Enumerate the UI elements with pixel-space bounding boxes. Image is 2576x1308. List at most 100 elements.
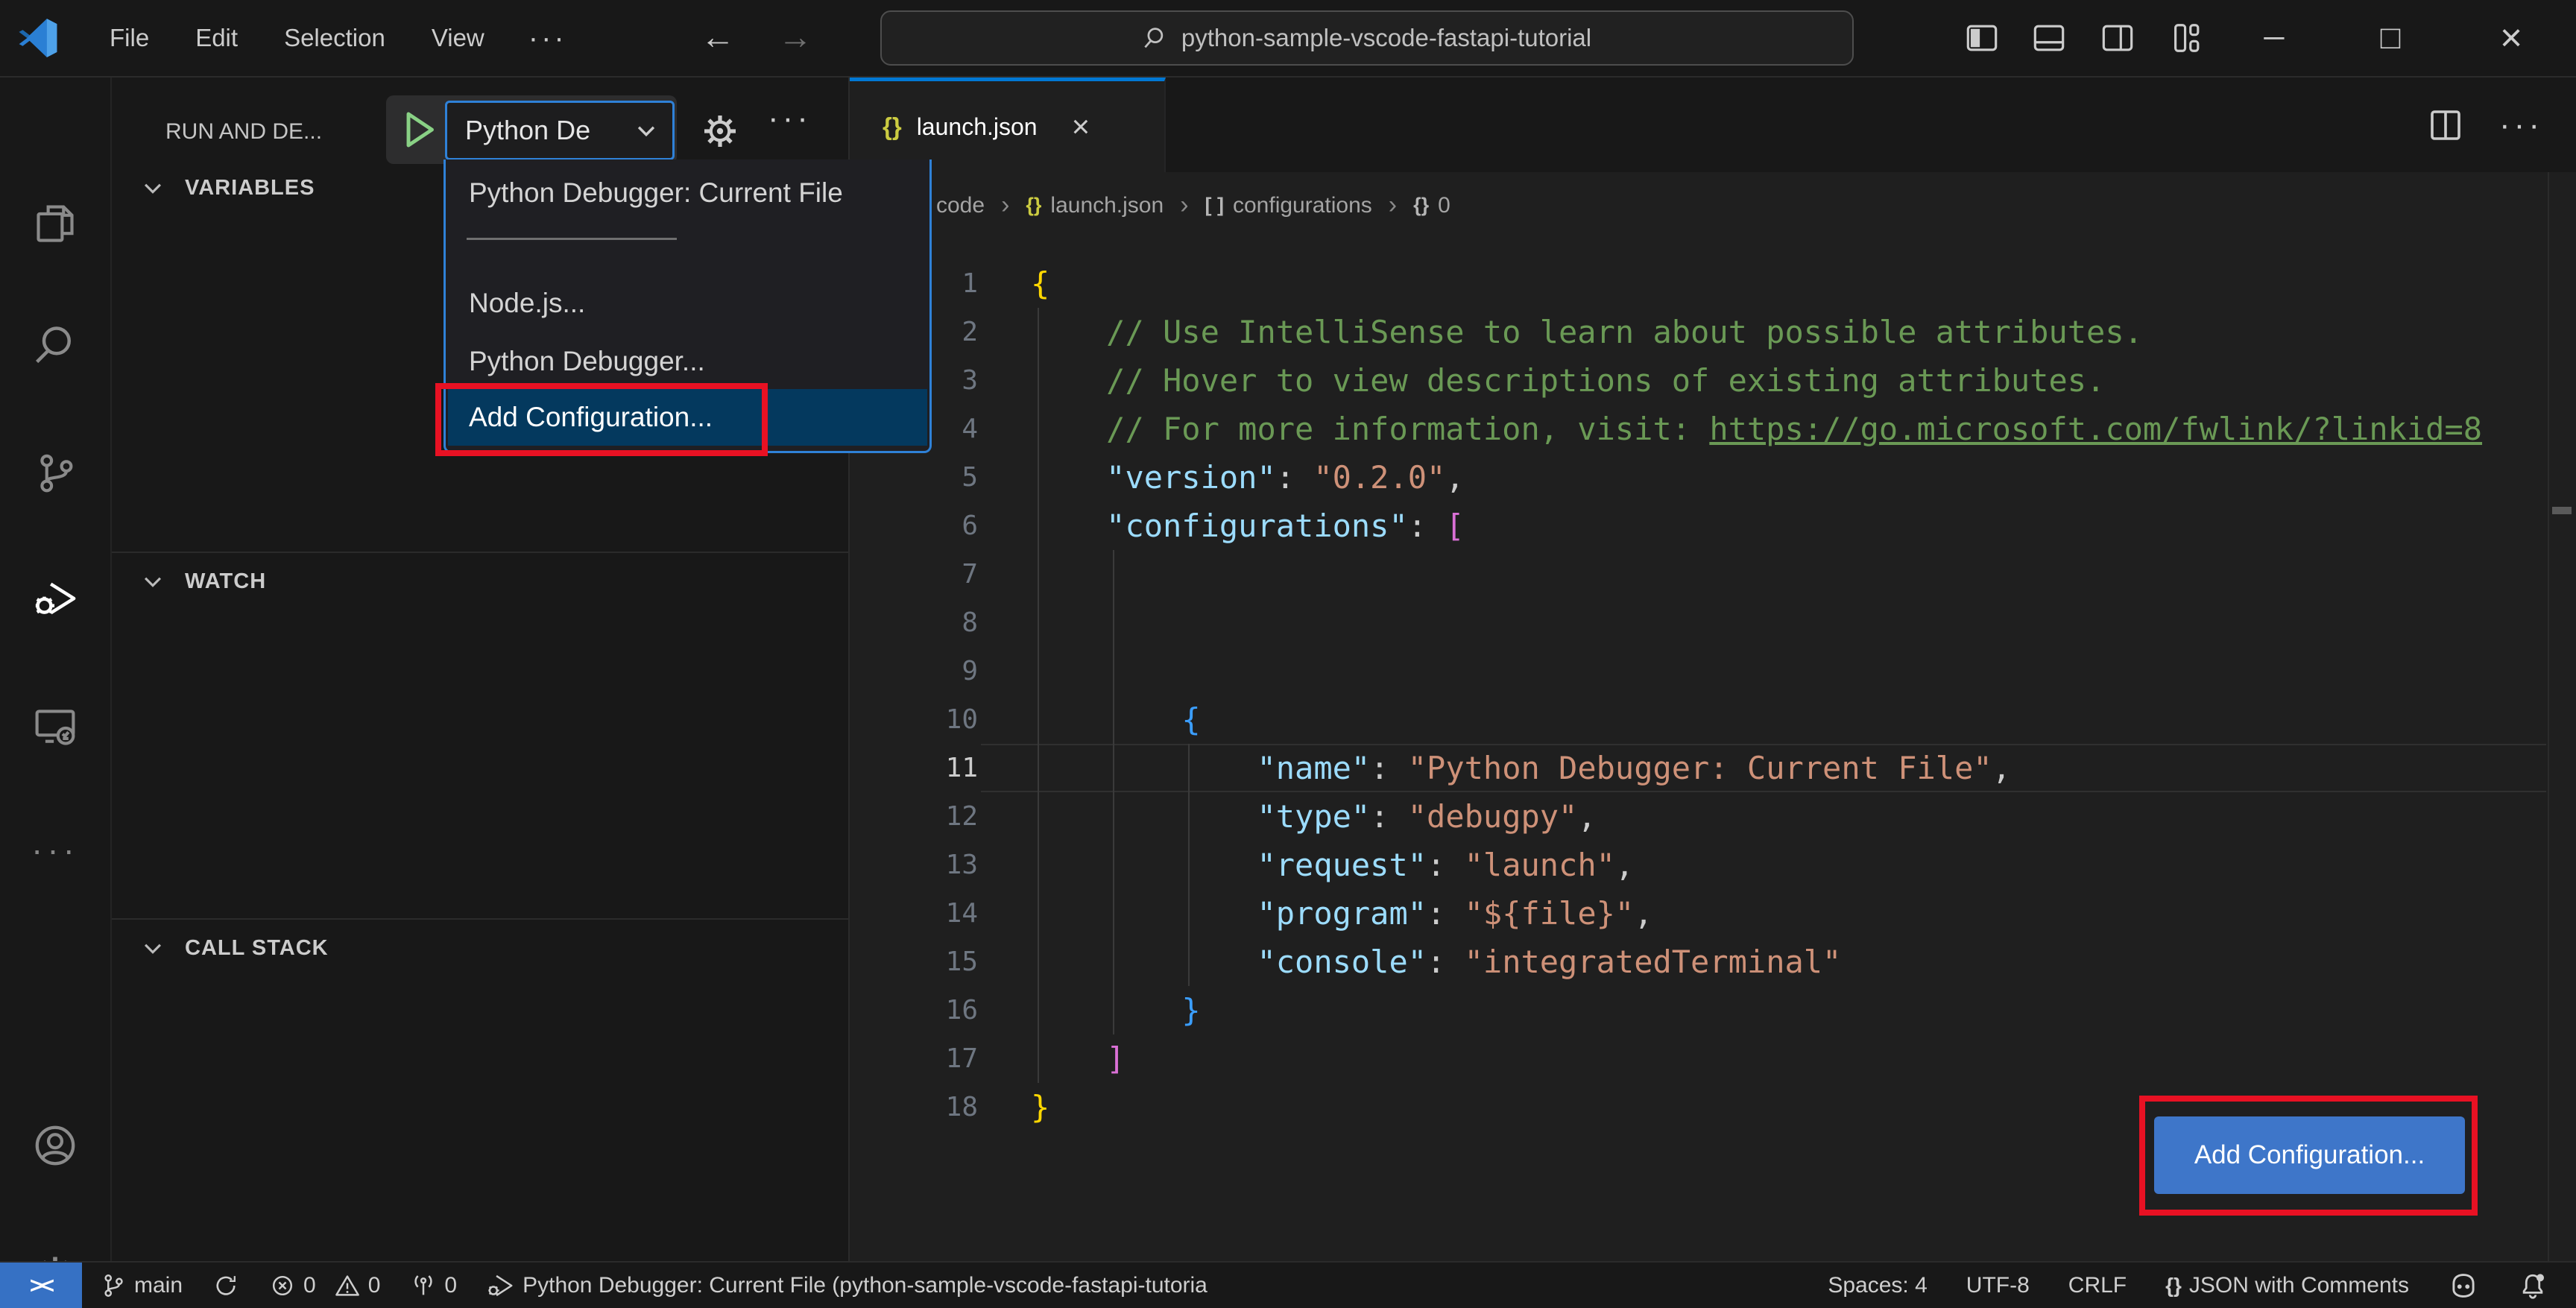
code-line[interactable]: 8 (850, 598, 2576, 647)
line-content: "version": "0.2.0", (1031, 453, 1464, 502)
toggle-secondary-sidebar-icon[interactable] (2092, 0, 2144, 76)
notifications-item[interactable] (2518, 1271, 2548, 1301)
line-number[interactable]: 7 (850, 550, 978, 598)
toggle-panel-icon[interactable] (2023, 0, 2075, 76)
section-label: VARIABLES (185, 175, 315, 200)
line-number[interactable]: 10 (850, 695, 978, 744)
git-branch-item[interactable]: main (100, 1272, 183, 1299)
explorer-icon[interactable] (0, 179, 110, 268)
encoding-item[interactable]: UTF-8 (1966, 1273, 2030, 1298)
code-line[interactable]: 11 "name": "Python Debugger: Current File… (850, 744, 2576, 792)
line-number[interactable]: 13 (850, 841, 978, 889)
code-line[interactable]: 5 "version": "0.2.0", (850, 453, 2576, 502)
more-actions-icon[interactable]: ··· (2499, 107, 2543, 144)
command-center-search[interactable]: python-sample-vscode-fastapi-tutorial (880, 10, 1854, 66)
config-option-python-debugger-current-file[interactable]: Python Debugger: Current File (448, 167, 927, 219)
line-content: "request": "launch", (1031, 841, 1634, 889)
line-number[interactable]: 14 (850, 889, 978, 938)
overview-ruler[interactable] (2548, 172, 2549, 1261)
start-debugging-button[interactable] (398, 109, 440, 151)
breadcrumb-item-code[interactable]: code (936, 193, 985, 218)
back-arrow[interactable]: ← (692, 0, 744, 76)
code-line[interactable]: 7 (850, 550, 2576, 598)
copilot-item[interactable] (2448, 1270, 2479, 1301)
remote-explorer-icon[interactable] (0, 682, 110, 771)
config-option-node-js[interactable]: Node.js... (448, 277, 927, 329)
code-token: [ (1445, 508, 1465, 544)
code-line[interactable]: 17] (850, 1034, 2576, 1083)
line-number[interactable]: 9 (850, 647, 978, 695)
line-number[interactable]: 18 (850, 1083, 978, 1131)
code-token: "console" (1257, 944, 1427, 980)
debug-status-item[interactable]: Python Debugger: Current File (python-sa… (487, 1271, 1208, 1300)
split-editor-icon[interactable] (2428, 107, 2463, 143)
line-number[interactable]: 6 (850, 502, 978, 550)
line-number[interactable]: 11 (850, 744, 978, 792)
code-line[interactable]: 9 (850, 647, 2576, 695)
menu-more-icon[interactable]: ··· (508, 22, 588, 55)
more-icon[interactable]: ··· (0, 805, 110, 894)
menu-file[interactable]: File (86, 12, 172, 64)
line-number[interactable]: 12 (850, 792, 978, 841)
line-content: ] (1031, 1034, 1125, 1083)
copilot-icon (2452, 1273, 2475, 1298)
code-token: , (1577, 798, 1597, 835)
language-mode-item[interactable]: {} JSON with Comments (2165, 1273, 2409, 1298)
code-token: { (1181, 701, 1201, 738)
code-line[interactable]: 14 "program": "${file}", (850, 889, 2576, 938)
breadcrumb-item-launch-json[interactable]: {} launch.json (1026, 193, 1164, 218)
code-line[interactable]: 13 "request": "launch", (850, 841, 2576, 889)
toggle-sidebar-icon[interactable] (1956, 0, 2008, 76)
close-tab-icon[interactable]: × (1072, 109, 1090, 145)
line-content: "console": "integratedTerminal" (1031, 938, 1841, 986)
code-line[interactable]: 16} (850, 986, 2576, 1034)
remote-indicator[interactable]: >< (0, 1263, 82, 1308)
breadcrumb-item-configurations[interactable]: [ ] configurations (1205, 193, 1372, 218)
line-number[interactable]: 17 (850, 1034, 978, 1083)
code-line[interactable]: 2// Use IntelliSense to learn about poss… (850, 308, 2576, 356)
code-line[interactable]: 15 "console": "integratedTerminal" (850, 938, 2576, 986)
eol-item[interactable]: CRLF (2068, 1273, 2127, 1298)
debug-configuration-select[interactable]: Python De (445, 101, 675, 160)
menu-edit[interactable]: Edit (172, 12, 261, 64)
code-line[interactable]: 6 "configurations": [ (850, 502, 2576, 550)
code-line[interactable]: 12 "type": "debugpy", (850, 792, 2576, 841)
open-launch-json-gear-icon[interactable] (699, 110, 741, 152)
line-number[interactable]: 16 (850, 986, 978, 1034)
menu-selection[interactable]: Selection (261, 12, 408, 64)
line-number[interactable]: 15 (850, 938, 978, 986)
breadcrumb-separator: › (1388, 191, 1398, 219)
language-label: JSON with Comments (2188, 1272, 2409, 1298)
sync-item[interactable] (212, 1272, 239, 1299)
forward-arrow[interactable]: → (769, 0, 821, 76)
chevron-down-icon (634, 118, 659, 143)
code-token: ] (1106, 1040, 1126, 1077)
section-call-stack[interactable]: CALL STACK (112, 926, 850, 970)
config-option-python-debugger[interactable]: Python Debugger... (448, 335, 927, 388)
account-icon[interactable] (0, 1101, 110, 1190)
search-icon[interactable] (0, 300, 110, 390)
line-number[interactable]: 8 (850, 598, 978, 647)
source-control-icon[interactable] (0, 429, 110, 518)
close-icon[interactable]: × (2485, 0, 2537, 76)
section-watch[interactable]: WATCH (112, 559, 850, 604)
code-line[interactable]: 3// Hover to view descriptions of existi… (850, 356, 2576, 405)
line-number[interactable]: 5 (850, 453, 978, 502)
maximize-icon[interactable]: □ (2364, 0, 2416, 76)
minimize-icon[interactable]: ─ (2248, 0, 2300, 76)
activity-bar: ··· (0, 78, 112, 1291)
customize-layout-icon[interactable] (2160, 0, 2212, 76)
run-and-debug-icon[interactable] (0, 554, 110, 643)
breadcrumb-item-0[interactable]: {} 0 (1413, 193, 1450, 218)
json-icon: {} (883, 113, 902, 140)
ports-item[interactable]: 0 (410, 1272, 457, 1299)
code-line[interactable]: 4// For more information, visit: https:/… (850, 405, 2576, 453)
indentation-item[interactable]: Spaces: 4 (1828, 1273, 1927, 1298)
code-line[interactable]: 1{ (850, 259, 2576, 308)
menu-view[interactable]: View (408, 12, 508, 64)
problems-item[interactable]: 0 0 (269, 1272, 380, 1299)
tab-launch-json[interactable]: {} launch.json × (850, 78, 1166, 172)
sidebar-more-actions-icon[interactable]: ··· (768, 100, 812, 137)
code-line[interactable]: 10 { (850, 695, 2576, 744)
line-content: // For more information, visit: https://… (1031, 405, 2482, 453)
